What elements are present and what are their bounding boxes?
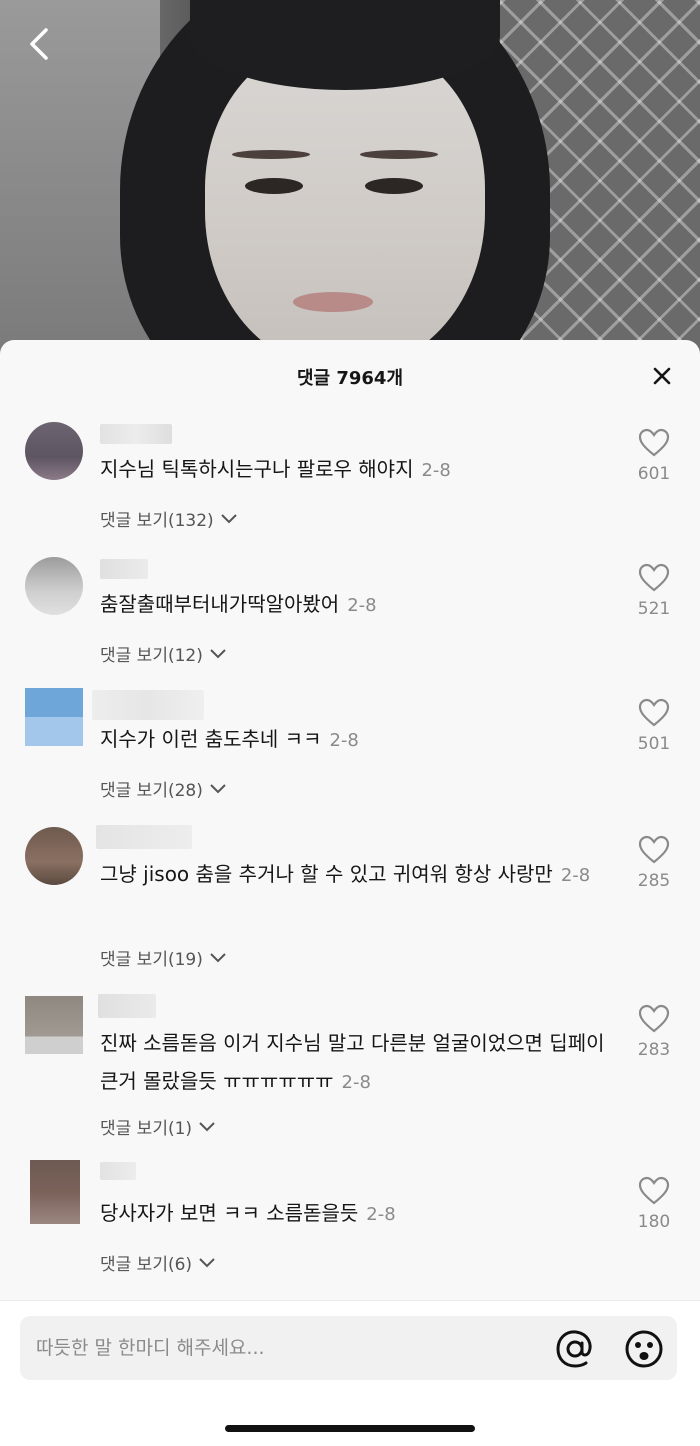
like-button[interactable]: 601: [632, 428, 676, 484]
home-indicator: [225, 1425, 475, 1432]
emoji-face-icon: [625, 1330, 663, 1368]
comment-text: 지수님 틱톡하시는구나 팔로우 해야지 2-8: [100, 450, 620, 490]
username-blurred[interactable]: [100, 559, 148, 579]
like-button[interactable]: 285: [632, 835, 676, 891]
like-button[interactable]: 521: [632, 563, 676, 619]
video-brow-left: [232, 150, 310, 159]
chevron-left-icon: [30, 28, 48, 60]
view-replies-button[interactable]: 댓글 보기(19): [100, 945, 227, 970]
view-replies-button[interactable]: 댓글 보기(132): [100, 506, 238, 531]
sheet-header: 댓글 7964개: [0, 340, 700, 412]
username-blurred[interactable]: [98, 994, 156, 1018]
username-blurred[interactable]: [100, 424, 172, 444]
chevron-down-icon: [210, 648, 226, 658]
heart-icon: [638, 698, 670, 727]
heart-icon: [638, 428, 670, 457]
comments-count-title: 댓글 7964개: [296, 368, 404, 389]
username-blurred[interactable]: [92, 690, 204, 720]
back-button[interactable]: [20, 22, 60, 66]
avatar[interactable]: [30, 1160, 80, 1224]
at-sign-icon: [556, 1330, 592, 1368]
comment-input[interactable]: [36, 1316, 536, 1380]
video-eye-right: [365, 178, 423, 194]
like-count: 283: [637, 1040, 671, 1060]
close-icon: [653, 367, 671, 385]
heart-icon: [638, 835, 670, 864]
mention-button[interactable]: [554, 1328, 596, 1370]
chevron-down-icon: [220, 513, 237, 523]
comment-body: 지수가 이런 춤도추네 ㅋㅋ: [100, 727, 322, 751]
video-eye-left: [245, 178, 303, 194]
avatar[interactable]: [25, 827, 83, 885]
emoji-button[interactable]: [623, 1328, 665, 1370]
heart-icon: [638, 1176, 670, 1205]
avatar[interactable]: [25, 422, 83, 480]
comment-body: 그냥 jisoo 춤을 추거나 할 수 있고 귀여워 항상 사랑만: [100, 862, 553, 886]
comment-date: 2-8: [347, 595, 377, 616]
close-button[interactable]: [650, 364, 674, 388]
view-replies-label: 댓글 보기(19): [100, 950, 203, 970]
comments-sheet: 댓글 7964개 지수님 틱톡하시는구나 팔로우 해야지 2-8 댓글 보기(13…: [0, 340, 700, 1446]
chevron-down-icon: [199, 1257, 215, 1267]
video-mouth: [293, 292, 373, 312]
like-button[interactable]: 180: [632, 1176, 676, 1232]
like-count: 521: [637, 599, 671, 619]
comment-date: 2-8: [341, 1072, 371, 1093]
comment-date: 2-8: [329, 730, 359, 751]
view-replies-label: 댓글 보기(1): [100, 1119, 193, 1139]
like-count: 601: [637, 464, 671, 484]
view-replies-button[interactable]: 댓글 보기(12): [100, 641, 227, 666]
like-button[interactable]: 283: [632, 1004, 676, 1060]
view-replies-button[interactable]: 댓글 보기(6): [100, 1250, 216, 1275]
like-count: 180: [637, 1212, 671, 1232]
video-background[interactable]: [0, 0, 700, 360]
avatar[interactable]: [25, 557, 83, 615]
like-count: 285: [637, 871, 671, 891]
comment-body: 춤잘출때부터내가딱알아봤어: [100, 592, 340, 616]
like-count: 501: [637, 734, 671, 754]
username-blurred[interactable]: [100, 1162, 136, 1180]
comment-text: 진짜 소름돋음 이거 지수님 말고 다른분 얼굴이었으면 딥페이큰거 몰랐을듯 …: [100, 1024, 615, 1102]
view-replies-button[interactable]: 댓글 보기(28): [100, 776, 227, 801]
comment-text: 그냥 jisoo 춤을 추거나 할 수 있고 귀여워 항상 사랑만 2-8: [100, 855, 615, 895]
comment-text: 춤잘출때부터내가딱알아봤어 2-8: [100, 585, 620, 625]
chevron-down-icon: [199, 1121, 215, 1131]
like-button[interactable]: 501: [632, 698, 676, 754]
avatar[interactable]: [25, 688, 83, 746]
view-replies-label: 댓글 보기(12): [100, 646, 203, 666]
comment-input-box: [20, 1316, 677, 1380]
chevron-down-icon: [210, 952, 226, 962]
comment-date: 2-8: [560, 865, 591, 886]
comment-text: 당사자가 보면 ㅋㅋ 소름돋을듯 2-8: [100, 1194, 620, 1234]
comment-date: 2-8: [366, 1204, 396, 1225]
video-brow-right: [360, 150, 438, 159]
chevron-down-icon: [210, 783, 226, 793]
view-replies-label: 댓글 보기(6): [100, 1255, 193, 1275]
username-blurred[interactable]: [96, 825, 192, 849]
view-replies-label: 댓글 보기(28): [100, 781, 203, 801]
view-replies-button[interactable]: 댓글 보기(1): [100, 1114, 216, 1139]
view-replies-label: 댓글 보기(132): [100, 511, 214, 531]
heart-icon: [638, 1004, 670, 1033]
comment-body: 당사자가 보면 ㅋㅋ 소름돋을듯: [100, 1201, 359, 1225]
comment-date: 2-8: [421, 460, 451, 481]
avatar[interactable]: [25, 996, 83, 1054]
heart-icon: [638, 563, 670, 592]
comment-body: 지수님 틱톡하시는구나 팔로우 해야지: [100, 457, 414, 481]
comment-text: 지수가 이런 춤도추네 ㅋㅋ 2-8: [100, 720, 620, 760]
